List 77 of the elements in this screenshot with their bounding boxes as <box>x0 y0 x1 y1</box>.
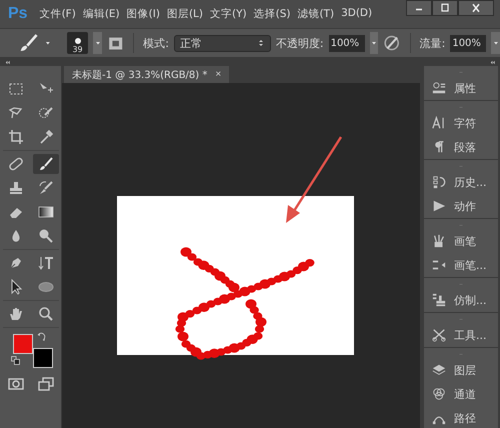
minimize-button[interactable] <box>406 0 432 16</box>
maximize-button[interactable] <box>432 0 458 16</box>
quick-select-icon[interactable] <box>38 105 54 121</box>
close-icon[interactable] <box>470 2 482 14</box>
caret-icon[interactable] <box>44 39 52 47</box>
caret-icon[interactable] <box>370 39 378 47</box>
clone-source-icon <box>432 293 446 307</box>
brush-icon[interactable] <box>18 32 40 54</box>
app-logo: Ps <box>8 5 28 23</box>
type-icon[interactable] <box>38 255 54 271</box>
scissors-icon <box>432 328 446 342</box>
panel-button[interactable]: 动作 <box>424 194 498 218</box>
brush-icon[interactable] <box>38 156 54 172</box>
menu-item[interactable]: 图层(L) <box>166 7 203 21</box>
panel-button[interactable]: 路径 <box>424 406 498 428</box>
opacity-label: 不透明度: <box>276 36 324 50</box>
history-icon <box>432 175 446 189</box>
dropdown-button[interactable] <box>93 32 102 54</box>
tab-close-button[interactable]: × <box>215 69 222 80</box>
properties-icon <box>432 81 446 95</box>
document-tab[interactable]: 未标题-1 @ 33.3%(RGB/8) * × <box>64 66 230 83</box>
eyedropper-icon[interactable] <box>38 129 54 145</box>
pilcrow-icon <box>432 140 446 154</box>
menu-item[interactable]: 图像(I) <box>126 7 160 21</box>
brush-cup-icon <box>432 234 446 248</box>
bandage-icon[interactable] <box>8 156 24 172</box>
dropdown-button[interactable] <box>370 32 378 54</box>
default-colors-icon[interactable] <box>10 356 20 365</box>
screen-mode-icon[interactable] <box>38 376 54 392</box>
brush-size-preview[interactable]: 39 <box>66 32 88 54</box>
panel-button[interactable]: 通道 <box>424 382 498 406</box>
panel-button[interactable]: 历史... <box>424 170 498 194</box>
mode-label: 模式: <box>143 36 169 50</box>
layers-icon <box>432 363 446 377</box>
lasso-icon[interactable] <box>8 105 24 121</box>
brush-presets-icon <box>432 258 446 272</box>
flow-field[interactable]: 100% <box>450 34 486 52</box>
panel-button[interactable]: 画笔... <box>424 253 498 277</box>
menu-item[interactable]: 文字(Y) <box>210 7 247 21</box>
crop-icon[interactable] <box>8 129 24 145</box>
ellipse-icon[interactable] <box>38 279 54 295</box>
selection-rectangle-icon[interactable] <box>8 81 24 97</box>
panel-button[interactable]: 仿制... <box>424 288 498 312</box>
dropdown-button[interactable] <box>491 32 500 54</box>
stamp-icon[interactable] <box>8 180 24 196</box>
panel-button[interactable]: 画笔 <box>424 229 498 253</box>
maximize-icon[interactable] <box>439 2 451 14</box>
panel-button[interactable]: 段落 <box>424 135 498 159</box>
hand-icon[interactable] <box>8 306 24 322</box>
quick-mask-icon[interactable] <box>8 376 24 392</box>
character-icon <box>432 116 446 130</box>
opacity-field[interactable]: 100% <box>328 34 365 52</box>
history-brush-icon[interactable] <box>38 180 54 196</box>
play-icon <box>432 199 446 213</box>
channels-icon <box>432 387 446 401</box>
menu-item[interactable]: 文件(F) <box>40 7 76 21</box>
menu-item[interactable]: 滤镜(T) <box>297 7 334 21</box>
panel-button[interactable]: 图层 <box>424 358 498 382</box>
menu-item[interactable]: 3D(D) <box>341 7 372 21</box>
menu-item[interactable]: 选择(S) <box>254 7 290 21</box>
panel-button[interactable]: 属性 <box>424 76 498 100</box>
panel-button[interactable]: 工具... <box>424 323 498 347</box>
caret-icon[interactable] <box>94 39 102 47</box>
foreground-color-swatch[interactable] <box>12 334 32 354</box>
brush-tip-icon <box>74 37 82 45</box>
menu-item[interactable]: 编辑(E) <box>82 7 120 21</box>
swap-icon[interactable] <box>36 332 46 341</box>
panel-button[interactable]: 字符 <box>424 111 498 135</box>
caret-icon[interactable] <box>492 39 500 47</box>
gradient-icon[interactable] <box>38 204 54 220</box>
selected-tool-button[interactable] <box>32 154 58 174</box>
mode-dropdown[interactable]: 正常 <box>174 34 271 52</box>
zoom-icon[interactable] <box>38 306 54 322</box>
background-color-swatch[interactable] <box>32 348 52 368</box>
flow-label: 流量: <box>420 36 446 50</box>
up-down-caret-icon[interactable] <box>256 38 265 48</box>
close-button[interactable] <box>458 0 494 16</box>
